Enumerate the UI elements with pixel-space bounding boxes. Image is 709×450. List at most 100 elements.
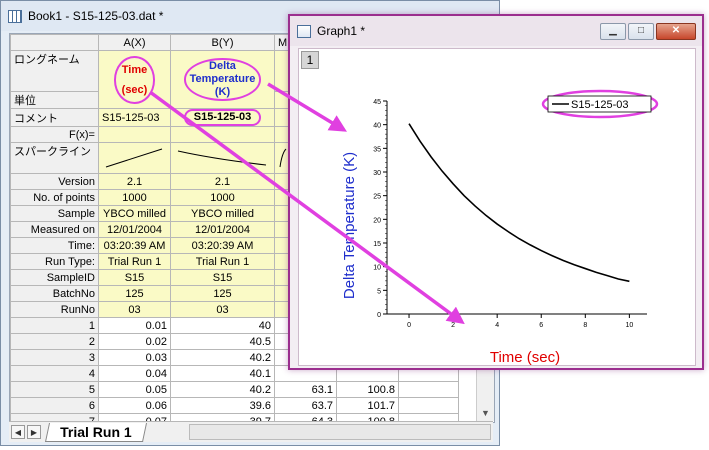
x-tick-label: 6: [539, 322, 543, 329]
y-tick-label: 15: [373, 241, 381, 248]
comment-b-cell[interactable]: S15-125-03: [170, 108, 275, 127]
label-sparkline: スパークライン: [10, 142, 99, 174]
label-runtype: Run Type:: [10, 253, 99, 270]
column-header-b[interactable]: B(Y): [170, 34, 275, 51]
comment-a[interactable]: S15-125-03: [98, 108, 171, 127]
cell-b[interactable]: 40.2: [170, 381, 275, 398]
graph-title: Graph1 *: [317, 24, 366, 38]
row-number: 5: [10, 381, 99, 398]
meta-a-measured[interactable]: 12/01/2004: [98, 221, 171, 238]
meta-a-sampleid[interactable]: S15: [98, 269, 171, 286]
scroll-down-icon[interactable]: ▼: [477, 404, 494, 421]
graph-canvas[interactable]: 1 0 5 10 15 20 25 30 35 40 45 0 2 4 6 8 10 Time (sec) Del…: [298, 48, 696, 366]
cell-b[interactable]: 39.6: [170, 397, 275, 414]
meta-a-version[interactable]: 2.1: [98, 173, 171, 190]
longname-b-line1: Delta: [209, 60, 236, 72]
sheet-tab-bar: ◀ ▶ Trial Run 1: [9, 421, 493, 442]
row-number: 4: [10, 365, 99, 382]
series-line-s15-125-03: [408, 123, 630, 283]
row-number: 6: [10, 397, 99, 414]
column-header-a[interactable]: A(X): [98, 34, 171, 51]
cell-c[interactable]: 63.7: [274, 397, 337, 414]
plot-svg: 0 5 10 15 20 25 30 35 40 45 0 2 4 6 8 10 Time (sec) Delta…: [341, 89, 659, 366]
cell-a[interactable]: 0.04: [98, 365, 171, 382]
graph-minimize-button[interactable]: ▁: [600, 22, 626, 40]
x-tick-label: 4: [495, 322, 499, 329]
meta-b-sample[interactable]: YBCO milled: [170, 205, 275, 222]
fx-a-cell[interactable]: [98, 126, 171, 143]
unit-a: (sec): [121, 83, 148, 96]
graph-titlebar[interactable]: Graph1 * ▁ □ ✕: [290, 16, 702, 46]
label-sampleid: SampleID: [10, 269, 99, 286]
label-batchno: BatchNo: [10, 285, 99, 302]
meta-b-runno[interactable]: 03: [170, 301, 275, 318]
x-tick-label: 8: [583, 322, 587, 329]
horizontal-scrollbar[interactable]: [189, 424, 491, 440]
cell-d[interactable]: 101.7: [336, 397, 399, 414]
cell-c[interactable]: 63.1: [274, 381, 337, 398]
longname-highlight-b: Delta Temperature (K): [183, 58, 262, 101]
meta-b-sampleid[interactable]: S15: [170, 269, 275, 286]
meta-a-runtype[interactable]: Trial Run 1: [98, 253, 171, 270]
x-axis-label: Time (sec): [490, 349, 560, 365]
longname-b-cell[interactable]: Delta Temperature (K): [170, 50, 275, 109]
workbook-icon: [8, 9, 22, 23]
graph-maximize-button[interactable]: □: [628, 22, 654, 40]
sheet-tab-trial-run-1[interactable]: Trial Run 1: [44, 422, 147, 442]
cell-b[interactable]: 40.2: [170, 349, 275, 366]
cell-b[interactable]: 40.5: [170, 333, 275, 350]
row-number: 1: [10, 317, 99, 334]
sparkline-a-cell[interactable]: [98, 142, 171, 174]
label-sample: Sample: [10, 205, 99, 222]
meta-a-sample[interactable]: YBCO milled: [98, 205, 171, 222]
cell-a[interactable]: 0.01: [98, 317, 171, 334]
y-tick-label: 5: [377, 288, 381, 295]
cell-b[interactable]: 40: [170, 317, 275, 334]
y-tick-label: 35: [373, 146, 381, 153]
table-row[interactable]: 5 0.05 40.2 63.1 100.8: [10, 381, 459, 398]
corner-cell[interactable]: [10, 34, 99, 51]
longname-a-cell[interactable]: Time (sec): [98, 50, 171, 109]
table-row[interactable]: 6 0.06 39.6 63.7 101.7: [10, 397, 459, 414]
cell-d[interactable]: 100.8: [336, 381, 399, 398]
row-number: 2: [10, 333, 99, 350]
layer-indicator[interactable]: 1: [301, 51, 319, 69]
cell-b[interactable]: 40.1: [170, 365, 275, 382]
cell-a[interactable]: 0.03: [98, 349, 171, 366]
sparkline-b: [177, 150, 267, 166]
meta-a-runno[interactable]: 03: [98, 301, 171, 318]
meta-b-batchno[interactable]: 125: [170, 285, 275, 302]
meta-b-time[interactable]: 03:20:39 AM: [170, 237, 275, 254]
meta-b-measured[interactable]: 12/01/2004: [170, 221, 275, 238]
x-tick-label: 2: [451, 322, 455, 329]
fx-b-cell[interactable]: [170, 126, 275, 143]
meta-a-points[interactable]: 1000: [98, 189, 171, 206]
label-time: Time:: [10, 237, 99, 254]
cell-a[interactable]: 0.05: [98, 381, 171, 398]
y-tick-label: 25: [373, 194, 381, 201]
sparkline-a: [105, 148, 163, 168]
cell-a[interactable]: 0.02: [98, 333, 171, 350]
label-comment: コメント: [10, 108, 99, 127]
label-version: Version: [10, 173, 99, 190]
x-tick-label: 10: [625, 322, 633, 329]
tab-scroll-right-icon[interactable]: ▶: [27, 425, 41, 439]
longname-highlight-a: Time (sec): [113, 55, 156, 104]
label-points: No. of points: [10, 189, 99, 206]
y-tick-label: 20: [373, 217, 381, 224]
meta-b-points[interactable]: 1000: [170, 189, 275, 206]
meta-a-time[interactable]: 03:20:39 AM: [98, 237, 171, 254]
graph-close-button[interactable]: ✕: [656, 22, 696, 40]
meta-b-runtype[interactable]: Trial Run 1: [170, 253, 275, 270]
cell-a[interactable]: 0.06: [98, 397, 171, 414]
unit-b: (K): [214, 86, 231, 98]
graph-window[interactable]: Graph1 * ▁ □ ✕ 1 0 5 10 15 20 25 30 35 40 45 0 2 4 6 8…: [288, 14, 704, 370]
graph-icon: [297, 24, 311, 38]
cell-e[interactable]: [398, 397, 459, 414]
tab-scroll-left-icon[interactable]: ◀: [11, 425, 25, 439]
meta-b-version[interactable]: 2.1: [170, 173, 275, 190]
legend-label: S15-125-03: [571, 99, 629, 111]
cell-e[interactable]: [398, 381, 459, 398]
meta-a-batchno[interactable]: 125: [98, 285, 171, 302]
sparkline-b-cell[interactable]: [170, 142, 275, 174]
